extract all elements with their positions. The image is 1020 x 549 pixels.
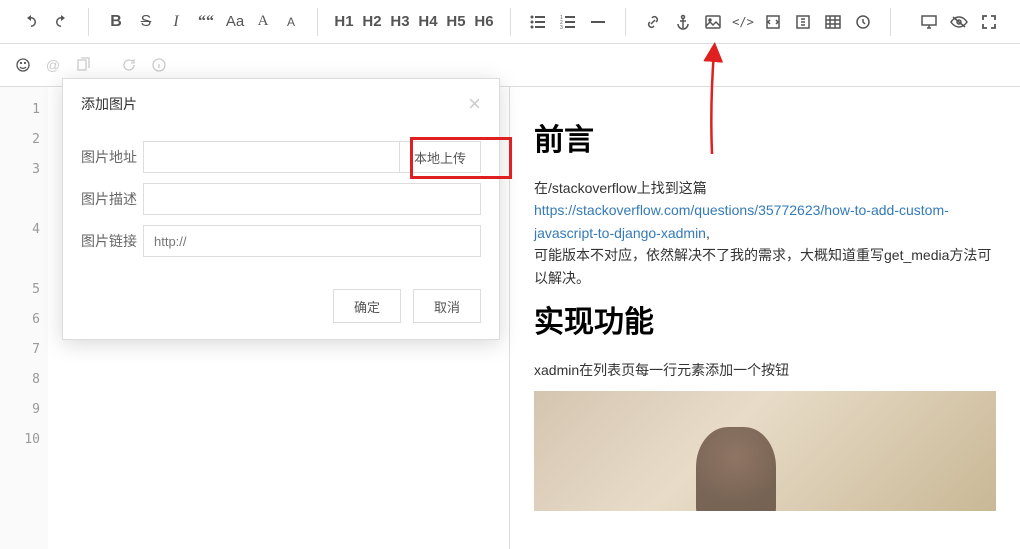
- fontcase-button[interactable]: Aa: [221, 13, 249, 30]
- add-image-dialog: 添加图片 × 图片地址 本地上传 图片描述 图片链接 确定 取消: [62, 78, 500, 340]
- preview-p3: xadmin在列表页每一行元素添加一个按钮: [534, 359, 996, 381]
- hr-icon[interactable]: [583, 7, 613, 37]
- local-upload-button[interactable]: 本地上传: [400, 141, 481, 173]
- quote-icon[interactable]: ““: [191, 7, 221, 37]
- font-a2-button[interactable]: A: [277, 15, 305, 29]
- ol-icon[interactable]: 123: [553, 7, 583, 37]
- h3-button[interactable]: H3: [386, 13, 414, 30]
- refresh-icon[interactable]: [114, 50, 144, 80]
- attach-icon[interactable]: [788, 7, 818, 37]
- dialog-title: 添加图片: [81, 94, 468, 114]
- preview-link[interactable]: https://stackoverflow.com/questions/3577…: [534, 202, 949, 240]
- h1-button[interactable]: H1: [330, 13, 358, 30]
- desc-label: 图片描述: [81, 189, 143, 209]
- ul-icon[interactable]: [523, 7, 553, 37]
- eye-icon[interactable]: [944, 7, 974, 37]
- monitor-icon[interactable]: [914, 7, 944, 37]
- emoji-icon[interactable]: [8, 50, 38, 80]
- url-label: 图片地址: [81, 147, 143, 167]
- link-label: 图片链接: [81, 231, 143, 251]
- undo-button[interactable]: [16, 7, 46, 37]
- info-icon[interactable]: [144, 50, 174, 80]
- close-icon[interactable]: ×: [468, 93, 481, 115]
- ok-button[interactable]: 确定: [333, 289, 401, 323]
- preview-p1: 在/stackoverflow上找到这篇 https://stackoverfl…: [534, 177, 996, 289]
- anchor-icon[interactable]: [668, 7, 698, 37]
- preview-h1-2: 实现功能: [534, 297, 996, 341]
- image-desc-input[interactable]: [143, 183, 481, 215]
- font-a1-button[interactable]: A: [249, 13, 277, 30]
- line-gutter: 1 2 3 4 5 6 7 8 9 10: [0, 87, 48, 549]
- code-icon[interactable]: </>: [728, 7, 758, 37]
- preview-image: [534, 391, 996, 511]
- fullscreen-icon[interactable]: [974, 7, 1004, 37]
- preview-h1-1: 前言: [534, 115, 996, 159]
- image-icon[interactable]: [698, 7, 728, 37]
- cancel-button[interactable]: 取消: [413, 289, 481, 323]
- h5-button[interactable]: H5: [442, 13, 470, 30]
- bold-button[interactable]: B: [101, 7, 131, 37]
- redo-button[interactable]: [46, 7, 76, 37]
- table-icon[interactable]: [818, 7, 848, 37]
- h2-button[interactable]: H2: [358, 13, 386, 30]
- preview-pane: 前言 在/stackoverflow上找到这篇 https://stackove…: [510, 87, 1020, 549]
- preformat-icon[interactable]: [758, 7, 788, 37]
- link-icon[interactable]: [638, 7, 668, 37]
- italic-button[interactable]: I: [161, 7, 191, 37]
- at-icon[interactable]: @: [38, 50, 68, 80]
- image-url-input[interactable]: [143, 141, 400, 173]
- toolbar-main: B S I ““ Aa A A H1 H2 H3 H4 H5 H6 123 </…: [0, 0, 1020, 44]
- time-icon[interactable]: [848, 7, 878, 37]
- h6-button[interactable]: H6: [470, 13, 498, 30]
- svg-text:3: 3: [560, 25, 563, 30]
- h4-button[interactable]: H4: [414, 13, 442, 30]
- copy-icon[interactable]: [68, 50, 98, 80]
- strike-button[interactable]: S: [131, 7, 161, 37]
- image-link-input[interactable]: [143, 225, 481, 257]
